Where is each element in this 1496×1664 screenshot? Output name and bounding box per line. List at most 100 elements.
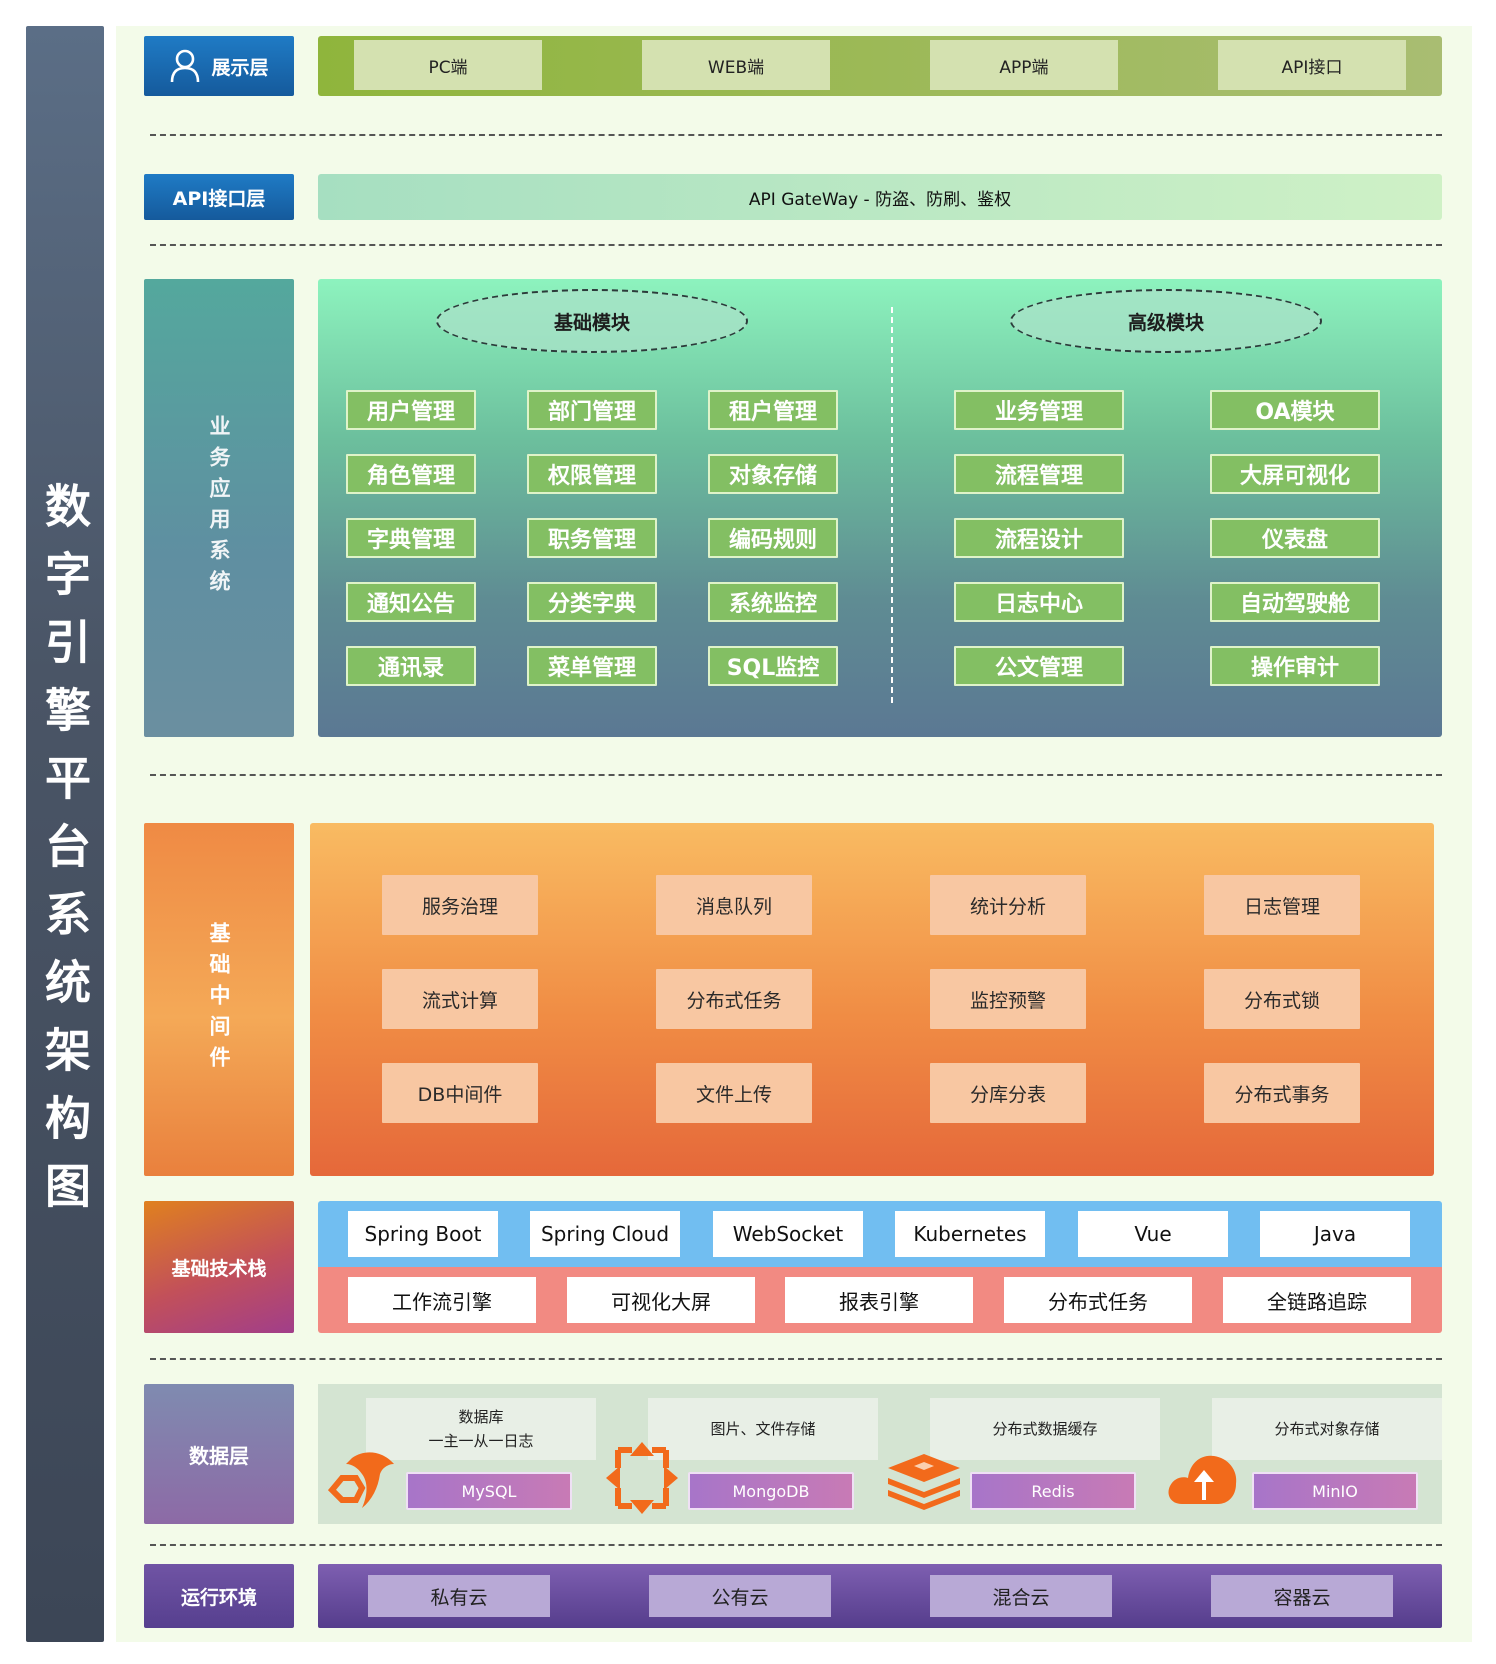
middleware-item: 分布式事务 (1204, 1063, 1360, 1123)
data-tag: Redis (970, 1472, 1136, 1510)
tech-item: 工作流引擎 (348, 1277, 536, 1323)
basic-modules-title: 基础模块 (436, 289, 748, 353)
basic-module: 对象存储 (708, 454, 838, 494)
advanced-module: OA模块 (1210, 390, 1380, 430)
middleware-item: 文件上传 (656, 1063, 812, 1123)
mysql-dolphin-icon (327, 1452, 394, 1508)
side-title-bar: 数字引擎平台系统架构图 (26, 26, 104, 1642)
middleware-item: 分布式锁 (1204, 969, 1360, 1029)
data-layer-label: 数据层 (144, 1384, 294, 1524)
advanced-module: 日志中心 (954, 582, 1124, 622)
advanced-module: 流程管理 (954, 454, 1124, 494)
basic-module: 系统监控 (708, 582, 838, 622)
layer-divider (150, 244, 1442, 246)
basic-module: 通知公告 (346, 582, 476, 622)
tech-item: 全链路追踪 (1223, 1277, 1411, 1323)
advanced-module: 自动驾驶舱 (1210, 582, 1380, 622)
layer-divider (150, 1358, 1442, 1360)
business-panel: 基础模块 高级模块 用户管理 部门管理 租户管理 角色管理 权限管理 对象存储 … (318, 279, 1442, 737)
runtime-item: 公有云 (649, 1575, 831, 1617)
tech-item: 分布式任务 (1004, 1277, 1192, 1323)
data-tag: MinIO (1252, 1472, 1418, 1510)
advanced-module: 流程设计 (954, 518, 1124, 558)
presentation-band: PC端 WEB端 APP端 API接口 (318, 36, 1442, 96)
middleware-layer-label-text: 基础中间件 (207, 922, 231, 1077)
data-desc: 数据库 (458, 1408, 504, 1426)
advanced-module: 业务管理 (954, 390, 1124, 430)
presentation-item: API接口 (1218, 40, 1406, 90)
middleware-item: 流式计算 (382, 969, 538, 1029)
basic-module: 用户管理 (346, 390, 476, 430)
layer-divider (150, 774, 1442, 776)
mongodb-icon (606, 1442, 678, 1514)
layer-divider (150, 134, 1442, 136)
tech-item: Vue (1078, 1211, 1228, 1257)
presentation-item: PC端 (354, 40, 542, 90)
basic-module: 字典管理 (346, 518, 476, 558)
data-card: 分布式数据缓存 (930, 1398, 1160, 1460)
tech-item: Kubernetes (895, 1211, 1045, 1257)
page-title: 数字引擎平台系统架构图 (38, 482, 92, 1230)
basic-module: SQL监控 (708, 646, 838, 686)
middleware-layer-label: 基础中间件 (144, 823, 294, 1176)
presentation-layer-label-text: 展示层 (211, 56, 269, 79)
tech-item: 报表引擎 (785, 1277, 973, 1323)
data-card: 分布式对象存储 (1212, 1398, 1442, 1460)
redis-stack-icon (888, 1454, 960, 1510)
business-layer-label-text: 业务应用系统 (207, 415, 231, 601)
middleware-item: DB中间件 (382, 1063, 538, 1123)
user-icon (171, 49, 200, 83)
advanced-module: 仪表盘 (1210, 518, 1380, 558)
presentation-item: WEB端 (642, 40, 830, 90)
business-layer-label: 业务应用系统 (144, 279, 294, 737)
advanced-module: 操作审计 (1210, 646, 1380, 686)
tech-item: Spring Boot (348, 1211, 498, 1257)
middleware-panel: 服务治理 消息队列 统计分析 日志管理 流式计算 分布式任务 监控预警 分布式锁… (310, 823, 1434, 1176)
tech-item: WebSocket (713, 1211, 863, 1257)
basic-module: 编码规则 (708, 518, 838, 558)
runtime-item: 容器云 (1211, 1575, 1393, 1617)
tech-item: Java (1260, 1211, 1410, 1257)
presentation-layer-label: 展示层 (144, 36, 294, 96)
middleware-item: 消息队列 (656, 875, 812, 935)
data-tag: MongoDB (688, 1472, 854, 1510)
data-desc: 一主一从一日志 (428, 1432, 534, 1450)
api-layer-label: API接口层 (144, 174, 294, 220)
cloud-upload-icon (1168, 1455, 1237, 1504)
middleware-item: 统计分析 (930, 875, 1086, 935)
runtime-item: 混合云 (930, 1575, 1112, 1617)
tech-stack-row-frameworks: Spring Boot Spring Cloud WebSocket Kuber… (318, 1201, 1442, 1267)
basic-module: 通讯录 (346, 646, 476, 686)
basic-module: 分类字典 (527, 582, 657, 622)
data-card: 图片、文件存储 (648, 1398, 878, 1460)
basic-module: 菜单管理 (527, 646, 657, 686)
tech-item: Spring Cloud (530, 1211, 680, 1257)
module-divider (891, 307, 893, 703)
api-gateway-band: API GateWay - 防盗、防刷、鉴权 (318, 174, 1442, 220)
advanced-modules-title: 高级模块 (1010, 289, 1322, 353)
tech-item: 可视化大屏 (567, 1277, 755, 1323)
data-desc: 图片、文件存储 (710, 1420, 816, 1438)
runtime-label: 运行环境 (144, 1564, 294, 1628)
middleware-item: 日志管理 (1204, 875, 1360, 935)
tech-stack-label: 基础技术栈 (144, 1201, 294, 1333)
advanced-module: 大屏可视化 (1210, 454, 1380, 494)
tech-stack-row-engines: 工作流引擎 可视化大屏 报表引擎 分布式任务 全链路追踪 (318, 1267, 1442, 1333)
middleware-item: 分库分表 (930, 1063, 1086, 1123)
basic-module: 部门管理 (527, 390, 657, 430)
basic-module: 职务管理 (527, 518, 657, 558)
presentation-item: APP端 (930, 40, 1118, 90)
middleware-item: 监控预警 (930, 969, 1086, 1029)
data-desc: 分布式数据缓存 (992, 1420, 1098, 1438)
basic-module: 角色管理 (346, 454, 476, 494)
basic-module: 权限管理 (527, 454, 657, 494)
middleware-item: 服务治理 (382, 875, 538, 935)
layer-divider (150, 1544, 1442, 1546)
runtime-item: 私有云 (368, 1575, 550, 1617)
data-tag: MySQL (406, 1472, 572, 1510)
data-desc: 分布式对象存储 (1274, 1420, 1380, 1438)
advanced-module: 公文管理 (954, 646, 1124, 686)
data-layer-band: 数据库一主一从一日志 MySQL 图片、文件存储 MongoDB 分布式数据缓存… (318, 1384, 1442, 1524)
basic-module: 租户管理 (708, 390, 838, 430)
middleware-item: 分布式任务 (656, 969, 812, 1029)
